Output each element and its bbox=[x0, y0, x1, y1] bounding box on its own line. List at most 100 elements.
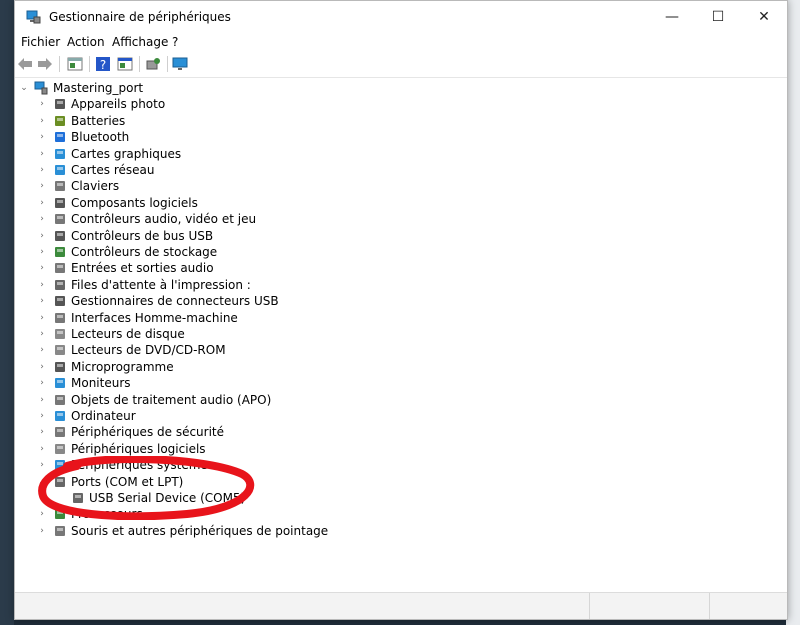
bluetooth-icon bbox=[55, 132, 65, 143]
properties-window-icon bbox=[67, 57, 83, 71]
view-button[interactable] bbox=[115, 54, 135, 74]
network-adapter-icon bbox=[55, 165, 65, 175]
tree-category-row[interactable]: › Cartes graphiques bbox=[15, 146, 335, 162]
chevron-right-icon[interactable]: › bbox=[37, 162, 47, 178]
chevron-right-icon[interactable]: › bbox=[37, 424, 47, 440]
chevron-right-icon[interactable]: › bbox=[37, 457, 47, 473]
tree-root-row[interactable]: ⌄ Mastering_port bbox=[15, 80, 315, 96]
menu-action[interactable]: Action bbox=[67, 35, 105, 49]
title-bar[interactable]: Gestionnaire de périphériques — ☐ ✕ bbox=[15, 1, 787, 33]
menu-affichage[interactable]: Affichage bbox=[112, 35, 168, 49]
system-device-icon bbox=[55, 460, 65, 471]
tree-category-row[interactable]: ⌄ Ports (COM et LPT) bbox=[15, 474, 335, 490]
chevron-right-icon[interactable]: › bbox=[37, 342, 47, 358]
chevron-right-icon[interactable]: › bbox=[37, 228, 47, 244]
tree-item-label: Microprogramme bbox=[71, 359, 174, 374]
chevron-down-icon[interactable]: ⌄ bbox=[37, 474, 47, 490]
tree-category-row[interactable]: › Bluetooth bbox=[15, 129, 335, 145]
tree-category-row[interactable]: › Objets de traitement audio (APO) bbox=[15, 392, 335, 408]
tree-root-label: Mastering_port bbox=[53, 81, 144, 95]
tree-item-label: Appareils photo bbox=[71, 97, 166, 112]
properties-button[interactable] bbox=[65, 54, 85, 74]
chevron-down-icon[interactable]: ⌄ bbox=[19, 80, 29, 96]
tree-category-row[interactable]: › Contrôleurs de stockage bbox=[15, 244, 335, 260]
chevron-right-icon[interactable]: › bbox=[37, 96, 47, 112]
tree-category-row[interactable]: › Contrôleurs audio, vidéo et jeu bbox=[15, 211, 335, 227]
chevron-right-icon[interactable]: › bbox=[37, 211, 47, 227]
monitor-icon bbox=[172, 57, 188, 70]
chevron-right-icon[interactable]: › bbox=[37, 178, 47, 194]
computer-icon bbox=[55, 411, 65, 421]
chevron-right-icon[interactable]: › bbox=[37, 146, 47, 162]
display-adapter-icon bbox=[55, 148, 65, 159]
close-button[interactable]: ✕ bbox=[741, 1, 787, 33]
tree-category-row[interactable]: › Microprogramme bbox=[15, 359, 335, 375]
scan-hardware-button[interactable] bbox=[143, 54, 163, 74]
chevron-right-icon[interactable]: › bbox=[37, 113, 47, 129]
minimize-icon: — bbox=[665, 9, 679, 25]
chevron-right-icon[interactable]: › bbox=[37, 359, 47, 375]
tree-category-row[interactable]: › Cartes réseau bbox=[15, 162, 335, 178]
chevron-right-icon[interactable]: › bbox=[37, 326, 47, 342]
tree-item-label: Contrôleurs de stockage bbox=[71, 245, 218, 259]
scan-hardware-icon bbox=[146, 58, 160, 70]
tree-category-row[interactable]: › Entrées et sorties audio bbox=[15, 260, 335, 276]
maximize-button[interactable]: ☐ bbox=[695, 1, 741, 33]
tree-category-row[interactable]: › Lecteurs de DVD/CD-ROM bbox=[15, 342, 335, 358]
tree-category-row[interactable]: › Périphériques système bbox=[15, 457, 335, 473]
chevron-right-icon[interactable]: › bbox=[37, 310, 47, 326]
chevron-right-icon[interactable]: › bbox=[37, 293, 47, 309]
menu-fichier[interactable]: Fichier bbox=[21, 35, 60, 49]
chevron-right-icon[interactable]: › bbox=[37, 244, 47, 260]
tree-item-label: Contrôleurs de bus USB bbox=[71, 228, 214, 243]
window-title: Gestionnaire de périphériques bbox=[49, 10, 231, 24]
software-component-icon bbox=[55, 197, 65, 208]
tree-item-label: Entrées et sorties audio bbox=[71, 261, 214, 276]
chevron-right-icon[interactable]: › bbox=[37, 375, 47, 391]
tree-category-row[interactable]: › Claviers bbox=[15, 178, 335, 194]
status-cell bbox=[709, 593, 788, 619]
tree-child-row[interactable]: USB Serial Device (COM5) bbox=[15, 490, 335, 506]
battery-icon bbox=[55, 115, 65, 126]
back-button[interactable] bbox=[15, 54, 35, 74]
tree-category-row[interactable]: › Appareils photo bbox=[15, 96, 335, 112]
tree-category-row[interactable]: › Gestionnaires de connecteurs USB bbox=[15, 293, 335, 309]
tree-category-row[interactable]: › Processeurs bbox=[15, 506, 335, 522]
tree-category-row[interactable]: › Interfaces Homme-machine bbox=[15, 310, 335, 326]
tree-category-row[interactable]: › Lecteurs de disque bbox=[15, 326, 335, 342]
tree-category-row[interactable]: › Périphériques de sécurité bbox=[15, 424, 335, 440]
monitor-button[interactable] bbox=[170, 54, 190, 74]
chevron-right-icon[interactable]: › bbox=[37, 506, 47, 522]
tree-item-label: Claviers bbox=[71, 179, 120, 194]
tree-category-row[interactable]: › Moniteurs bbox=[15, 375, 335, 391]
arrow-right-icon bbox=[38, 58, 52, 70]
chevron-right-icon[interactable]: › bbox=[37, 260, 47, 276]
tree-item-label: Périphériques système bbox=[71, 458, 208, 473]
firmware-icon bbox=[55, 361, 65, 372]
chevron-right-icon[interactable]: › bbox=[37, 129, 47, 145]
tree-item-label: Files d'attente à l'impression : bbox=[71, 277, 251, 292]
minimize-button[interactable]: — bbox=[649, 1, 695, 33]
help-button[interactable]: ? bbox=[93, 54, 113, 74]
tree-item-label: Moniteurs bbox=[71, 376, 131, 391]
forward-button[interactable] bbox=[35, 54, 55, 74]
chevron-right-icon[interactable]: › bbox=[37, 392, 47, 408]
tree-category-row[interactable]: › Composants logiciels bbox=[15, 195, 335, 211]
toolbar-separator bbox=[139, 56, 140, 72]
dvd-drive-icon bbox=[55, 345, 65, 356]
tree-category-row[interactable]: › Ordinateur bbox=[15, 408, 335, 424]
chevron-right-icon[interactable]: › bbox=[37, 277, 47, 293]
chevron-right-icon[interactable]: › bbox=[37, 523, 47, 539]
menu-help[interactable]: ? bbox=[172, 35, 178, 49]
tree-category-row[interactable]: › Files d'attente à l'impression : bbox=[15, 277, 335, 293]
chevron-right-icon[interactable]: › bbox=[37, 441, 47, 457]
tree-category-row[interactable]: › Contrôleurs de bus USB bbox=[15, 228, 335, 244]
chevron-right-icon[interactable]: › bbox=[37, 195, 47, 211]
keyboard-icon bbox=[55, 181, 65, 192]
tree-category-row[interactable]: › Périphériques logiciels bbox=[15, 441, 335, 457]
storage-controller-icon bbox=[55, 247, 65, 257]
tree-category-row[interactable]: › Souris et autres périphériques de point… bbox=[15, 523, 335, 539]
tree-item-label: Bluetooth bbox=[71, 130, 130, 145]
tree-category-row[interactable]: › Batteries bbox=[15, 113, 335, 129]
chevron-right-icon[interactable]: › bbox=[37, 408, 47, 424]
